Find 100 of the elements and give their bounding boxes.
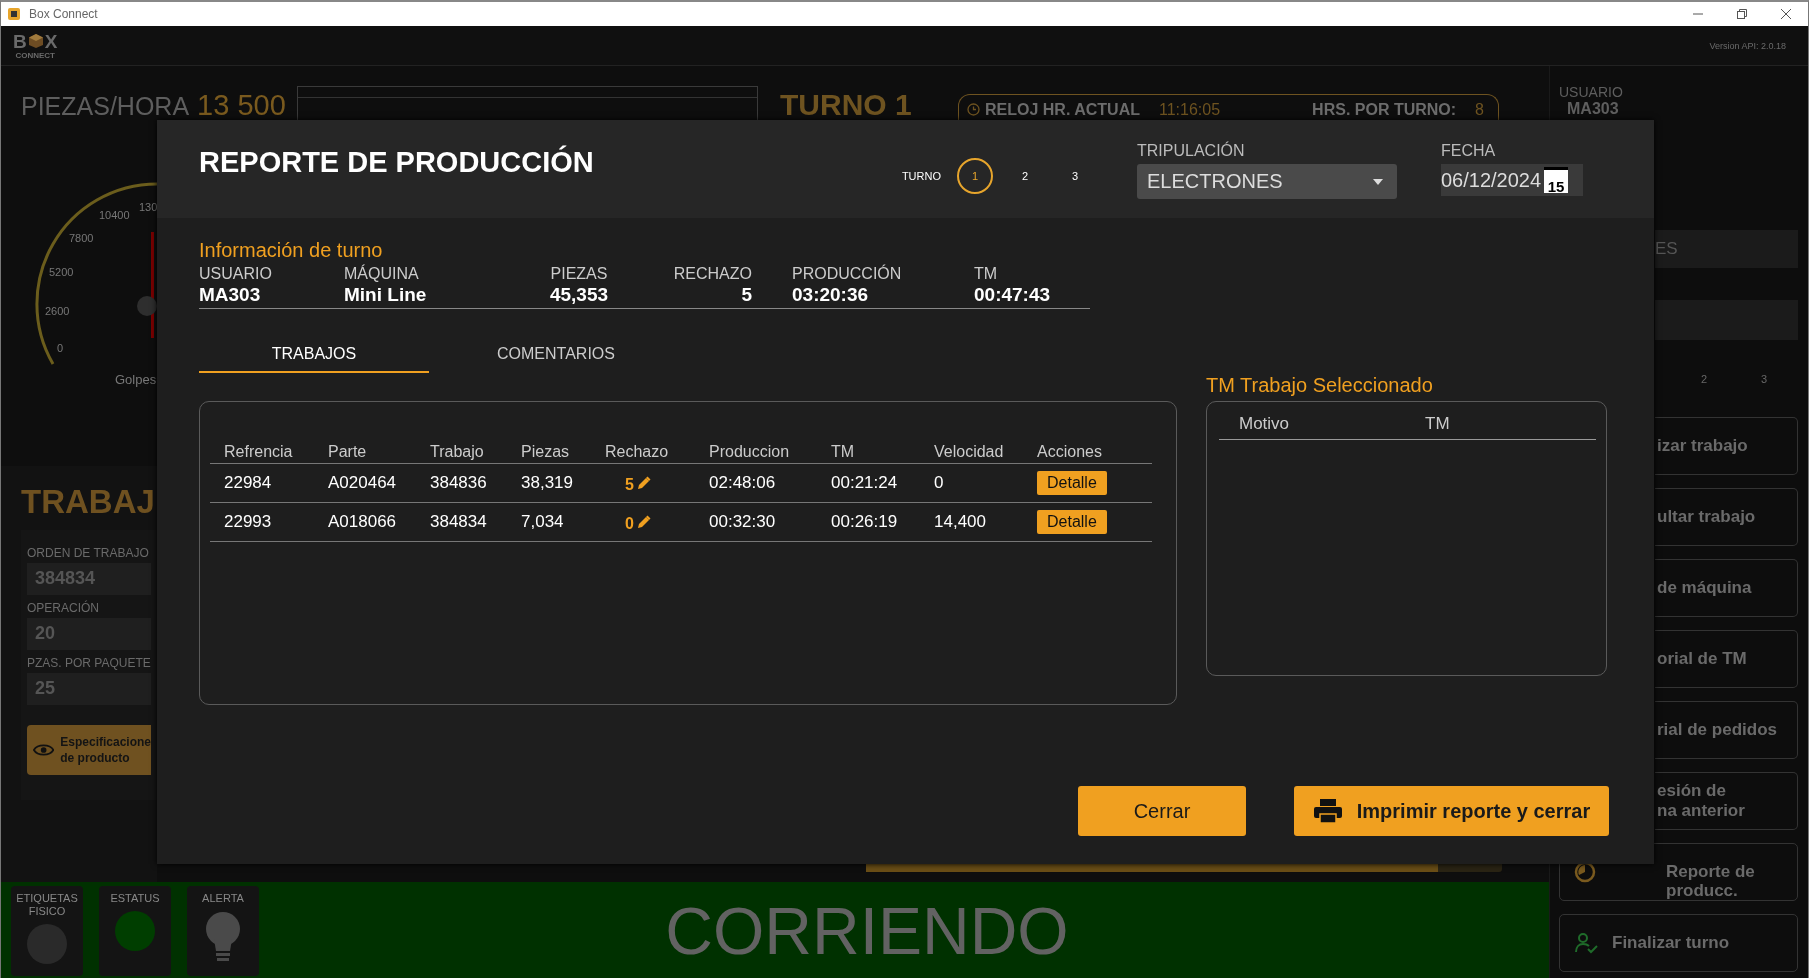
info-value: Mini Line bbox=[344, 284, 428, 306]
panel-title: TRABAJ bbox=[21, 482, 156, 522]
column-header: Acciones bbox=[1036, 443, 1103, 461]
window-title: Box Connect bbox=[29, 7, 98, 21]
shift-option[interactable]: 3 bbox=[1755, 366, 1773, 392]
logo-subtitle: CONNECT bbox=[15, 50, 55, 60]
sidebar-button[interactable]: ultar trabajo bbox=[1655, 488, 1798, 546]
field-label: FECHA bbox=[1441, 142, 1497, 160]
table-cell-text: 00:26:19 bbox=[830, 512, 899, 532]
info-label: PRODUCCIÓN bbox=[792, 264, 903, 284]
shift-option[interactable]: 2 bbox=[1007, 158, 1043, 194]
table-cell-text: 22984 bbox=[223, 473, 273, 493]
crew-dropdown[interactable]: ELECTRONES bbox=[1137, 164, 1397, 199]
tab[interactable]: COMENTARIOS bbox=[441, 337, 671, 373]
reject-value: 5 bbox=[625, 476, 634, 494]
dialog-title: REPORTE DE PRODUCCIÓN bbox=[199, 146, 594, 179]
panel-title: TM Trabajo Seleccionado bbox=[1206, 374, 1434, 397]
reject-value: 0 bbox=[625, 515, 634, 533]
close-icon bbox=[1780, 8, 1792, 20]
field-label: TRIPULACIÓN bbox=[1137, 142, 1246, 160]
tile-label: ESTATUS bbox=[110, 892, 160, 905]
table-cell-text: 00:21:24 bbox=[830, 473, 899, 493]
info-label: MÁQUINA bbox=[344, 264, 420, 284]
column-header: Rechazo bbox=[604, 443, 670, 461]
field-label: OPERACIÓN bbox=[27, 601, 100, 615]
logo-text: B bbox=[13, 31, 27, 51]
crew-field[interactable]: ES bbox=[1655, 230, 1798, 268]
table-cell-text: 02:48:06 bbox=[708, 473, 777, 493]
rate-label: PIEZAS/HORA bbox=[21, 92, 190, 120]
info-value: 5 bbox=[740, 284, 752, 306]
table-cell-text: 384834 bbox=[429, 512, 488, 532]
sidebar-button[interactable]: orial de TM bbox=[1655, 630, 1798, 688]
shift-option[interactable]: 1 bbox=[957, 158, 993, 194]
spec-button[interactable]: Especificacione de producto bbox=[27, 725, 151, 775]
sidebar-button[interactable]: rial de pedidos bbox=[1655, 701, 1798, 759]
field-label: PZAS. POR PAQUETE bbox=[27, 656, 152, 670]
table-cell-text: 38,319 bbox=[520, 473, 574, 493]
detail-button[interactable]: Detalle bbox=[1037, 510, 1107, 534]
rate-value: 13 500 bbox=[197, 90, 286, 120]
column-header: Trabajo bbox=[429, 443, 485, 461]
clock-time: 11:16:05 bbox=[1158, 100, 1221, 119]
info-value: 45,353 bbox=[548, 284, 610, 306]
table-cell-text: 7,034 bbox=[520, 512, 565, 532]
info-value: 03:20:36 bbox=[792, 284, 870, 306]
tile-label: ALERTA bbox=[202, 892, 244, 905]
info-value: 00:47:43 bbox=[974, 284, 1052, 306]
gauge-label: 7800 bbox=[69, 232, 94, 244]
shift-label: TURNO bbox=[901, 170, 941, 182]
table-cell-text: A020464 bbox=[327, 473, 398, 493]
column-header: Motivo bbox=[1238, 414, 1291, 434]
gauge-label: 0 bbox=[57, 342, 64, 354]
calendar-icon[interactable]: 15 bbox=[1544, 167, 1569, 193]
hours-label: HRS. POR TURNO: bbox=[1312, 100, 1457, 119]
column-header: Piezas bbox=[520, 443, 571, 461]
sidebar-button[interactable]: izar trabajo bbox=[1655, 417, 1798, 475]
detail-button[interactable]: Detalle bbox=[1037, 471, 1107, 495]
print-button[interactable]: Imprimir reporte y cerrar bbox=[1294, 786, 1609, 836]
clock-icon bbox=[967, 103, 980, 116]
column-header: Velocidad bbox=[933, 443, 1005, 461]
sidebar-button[interactable]: esión de na anterior bbox=[1655, 772, 1798, 830]
shift-title: TURNO 1 bbox=[780, 90, 913, 120]
table-cell-text: 22993 bbox=[223, 512, 273, 532]
caret-icon bbox=[1373, 178, 1383, 185]
info-label: RECHAZO bbox=[672, 264, 752, 284]
cube-icon bbox=[27, 33, 44, 49]
user-label: USUARIO bbox=[1559, 84, 1624, 100]
status-text: CORRIENDO bbox=[664, 893, 1070, 969]
table-cell-text: 0 bbox=[933, 473, 945, 493]
info-value: MA303 bbox=[199, 284, 262, 306]
column-header: TM bbox=[1424, 414, 1451, 434]
field-label: ORDEN DE TRABAJO bbox=[27, 546, 150, 560]
info-label: TM bbox=[974, 264, 999, 284]
table-cell-text: A018066 bbox=[327, 512, 398, 532]
gauge-label: 5200 bbox=[49, 266, 74, 278]
sidebar-button[interactable]: de máquina bbox=[1655, 559, 1798, 617]
tab[interactable]: TRABAJOS bbox=[199, 337, 429, 373]
column-header: Parte bbox=[327, 443, 368, 461]
gauge-label: 2600 bbox=[45, 305, 70, 317]
clock-label: RELOJ HR. ACTUAL bbox=[985, 100, 1140, 119]
sidebar-button[interactable]: Finalizar turno bbox=[1559, 914, 1798, 972]
gauge-label: 10400 bbox=[99, 209, 130, 221]
column-header: TM bbox=[830, 443, 856, 461]
printer-icon bbox=[1312, 798, 1343, 824]
shift-option[interactable]: 2 bbox=[1695, 366, 1713, 392]
gauge-caption: Golpes bbox=[115, 372, 157, 387]
section-title: Información de turno bbox=[199, 238, 384, 262]
column-header: Produccion bbox=[708, 443, 791, 461]
column-header: Refrencia bbox=[223, 443, 294, 461]
gauge-label: 130 bbox=[139, 201, 157, 213]
date-field[interactable]: 06/12/2024 bbox=[1441, 168, 1542, 192]
pencil-icon bbox=[635, 475, 651, 491]
app-icon bbox=[7, 7, 21, 21]
user-check-icon bbox=[1574, 932, 1598, 954]
logo-text: X bbox=[44, 31, 58, 51]
user-name: MA303 bbox=[1566, 100, 1620, 118]
shift-option[interactable]: 3 bbox=[1057, 158, 1093, 194]
table-cell-text: 384836 bbox=[429, 473, 488, 493]
table-cell-text: 00:32:30 bbox=[708, 512, 777, 532]
hours-value: 8 bbox=[1475, 100, 1484, 119]
close-dialog-button[interactable]: Cerrar bbox=[1078, 786, 1246, 836]
